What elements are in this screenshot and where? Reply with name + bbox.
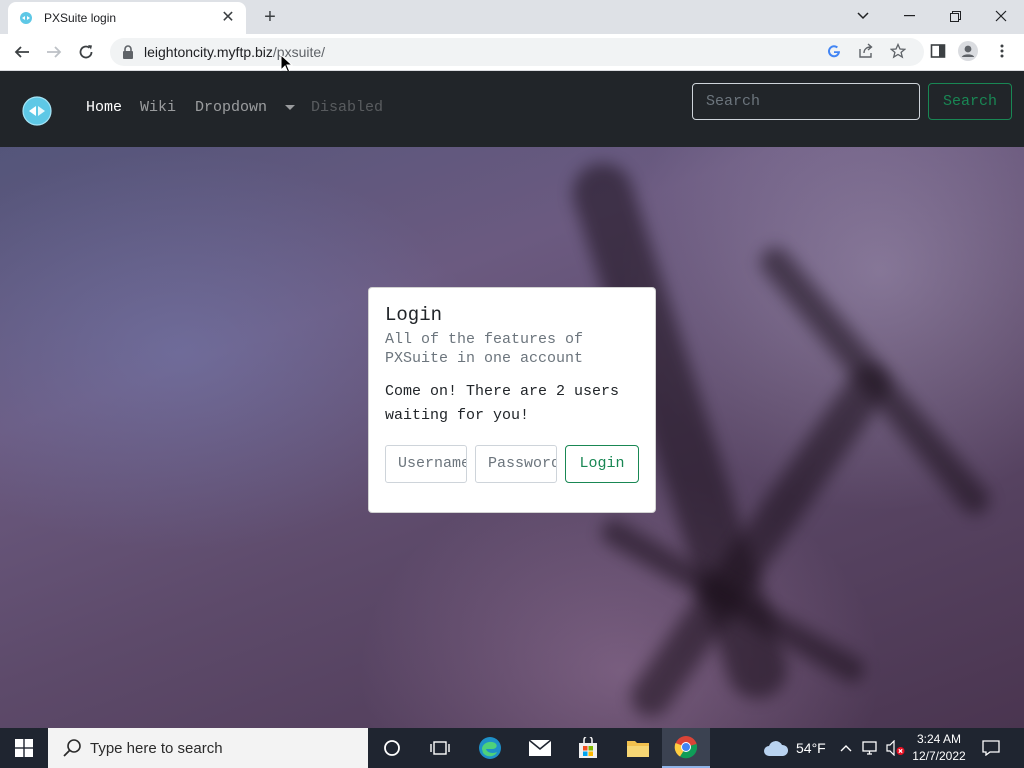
login-button[interactable]: Login [565,445,639,483]
card-title: Login [385,304,443,326]
site-navbar: Home Wiki Dropdown Disabled Search Searc… [0,71,1024,147]
weather-temperature: 54°F [796,740,826,756]
page-background: Home Wiki Dropdown Disabled Search Searc… [0,71,1024,728]
search-icon [63,739,81,757]
new-tab-button[interactable]: + [258,6,282,28]
address-bar[interactable]: leightoncity.myftp.biz/pxsuite/ [110,38,924,66]
share-icon[interactable] [856,41,876,61]
weather-widget[interactable]: 54°F [762,728,826,768]
edge-browser-icon[interactable] [466,728,514,768]
chevron-down-icon[interactable] [285,105,295,110]
nav-dropdown-link[interactable]: Dropdown [195,99,267,116]
kebab-menu-icon[interactable] [992,41,1012,61]
nav-home-link[interactable]: Home [86,99,122,116]
windows-start-icon[interactable] [0,728,48,768]
side-panel-icon[interactable] [928,41,948,61]
restore-icon[interactable] [932,0,978,32]
navbar-search-input[interactable]: Search [692,83,920,120]
cortana-icon[interactable] [368,728,416,768]
password-input[interactable]: Password [475,445,557,483]
login-card: Login All of the features of PXSuite in … [368,287,656,513]
volume-muted-icon[interactable] [886,728,906,768]
clock-time: 3:24 AM [916,732,962,746]
bookmark-star-icon[interactable] [888,41,908,61]
taskbar-search-box[interactable]: Type here to search [48,728,368,768]
file-explorer-icon[interactable] [614,728,662,768]
site-favicon-icon [18,10,34,26]
tab-search-icon[interactable] [840,0,886,32]
navbar-search-button[interactable]: Search [928,83,1012,120]
mail-icon[interactable] [516,728,564,768]
url-host: leightoncity.myftp.biz [144,44,273,60]
chrome-taskbar-icon[interactable] [662,728,710,768]
browser-tab[interactable]: PXSuite login ✕ [8,2,246,34]
browser-toolbar: leightoncity.myftp.biz/pxsuite/ [0,34,1024,71]
notifications-icon[interactable] [982,728,1000,768]
close-window-icon[interactable] [978,0,1024,32]
taskbar-clock[interactable]: 3:24 AM 12/7/2022 [908,731,970,765]
lock-icon [123,45,133,59]
windows-taskbar: Type here to search 54°F 3:24 AM 12/7/20… [0,728,1024,768]
tab-title: PXSuite login [44,11,117,25]
taskbar-search-placeholder: Type here to search [90,739,223,757]
forward-icon[interactable] [40,40,68,64]
network-icon[interactable] [862,728,880,768]
username-input[interactable]: Username [385,445,467,483]
tray-overflow-chevron-icon[interactable] [840,728,852,768]
card-text: Come on! There are 2 users waiting for y… [385,383,620,424]
brand-logo-icon[interactable] [22,96,52,126]
google-icon[interactable] [824,41,844,61]
cloud-icon [764,741,789,756]
task-view-icon[interactable] [416,728,464,768]
tab-close-icon[interactable]: ✕ [220,10,236,26]
nav-disabled-link: Disabled [311,99,384,116]
back-icon[interactable] [8,40,36,64]
profile-avatar-icon[interactable] [958,41,978,61]
browser-tabstrip: PXSuite login ✕ + [0,0,1024,34]
store-icon[interactable] [564,728,612,768]
minimize-icon[interactable] [886,0,932,32]
clock-date: 12/7/2022 [912,749,966,763]
nav-wiki-link[interactable]: Wiki [140,99,176,116]
login-form: Username Password Login [385,445,639,483]
reload-icon[interactable] [72,40,100,64]
card-subtitle: All of the features of PXSuite in one ac… [385,331,584,367]
